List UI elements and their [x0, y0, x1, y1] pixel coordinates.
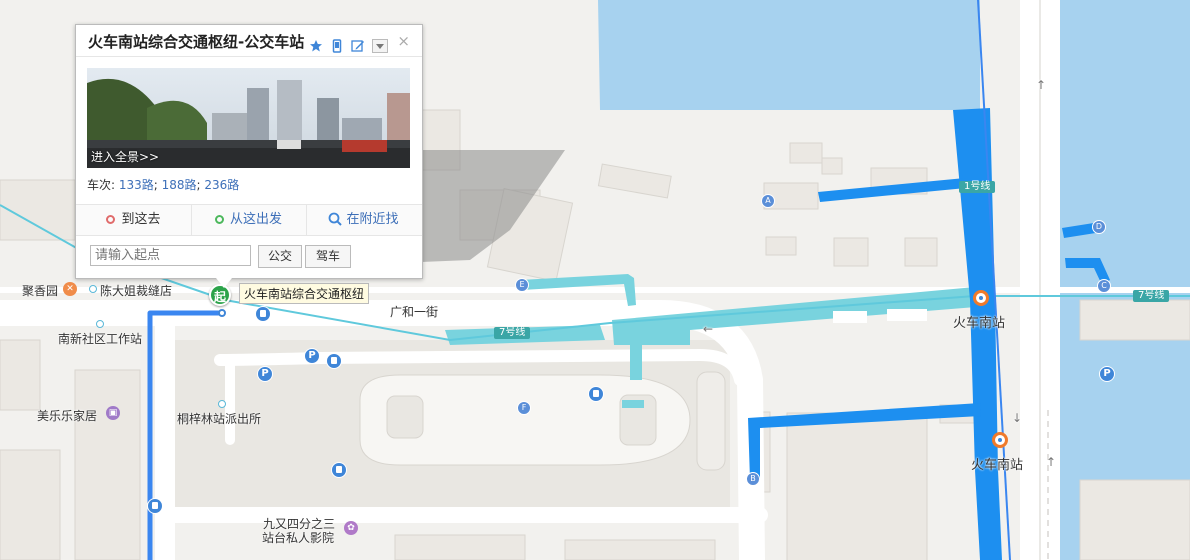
popup-title: 火车南站综合交通枢纽-公交车站: [88, 33, 305, 51]
panorama-link[interactable]: 进入全景>>: [91, 148, 159, 165]
bus-stop-icon[interactable]: [588, 386, 604, 402]
edit-icon[interactable]: [351, 38, 365, 52]
restaurant-icon[interactable]: ✕: [63, 282, 77, 296]
shop-icon[interactable]: ▣: [106, 406, 120, 420]
exit-a-icon[interactable]: A: [761, 194, 775, 208]
tab-nearby[interactable]: 在附近找: [306, 205, 421, 235]
arrow-left-icon: ←: [703, 322, 714, 336]
arrow-down-icon: ↓: [1012, 411, 1023, 425]
poi-chendajie[interactable]: 陈大姐裁缝店: [100, 282, 172, 299]
panorama-photo[interactable]: 进入全景>>: [87, 68, 410, 168]
green-circle-icon: [214, 215, 224, 224]
route-link[interactable]: 236路: [204, 178, 239, 192]
poi-tongzilin-police[interactable]: 桐梓林站派出所: [177, 410, 261, 427]
dropdown-icon[interactable]: [372, 38, 389, 53]
bus-stop-icon[interactable]: [147, 498, 163, 514]
tab-nearby-label: 在附近找: [346, 212, 399, 227]
tab-from-here[interactable]: 从这出发: [191, 205, 307, 235]
drive-button[interactable]: 驾车: [305, 245, 351, 268]
tab-from-here-label: 从这出发: [229, 212, 282, 227]
station-label-1[interactable]: 火车南站: [953, 312, 1005, 331]
bus-stop-icon[interactable]: [326, 353, 342, 369]
arrow-up-icon: ↑: [1036, 78, 1047, 92]
exit-c-icon[interactable]: C: [1097, 279, 1111, 293]
tab-go-here-label: 到这去: [121, 212, 161, 227]
line7-tag: 7号线: [1133, 290, 1170, 302]
start-pin-icon[interactable]: [218, 309, 226, 317]
poi-cinema-line2[interactable]: 站台私人影院: [262, 529, 334, 546]
poi-dot-icon: [218, 400, 226, 408]
start-point-input[interactable]: [90, 245, 251, 266]
tab-go-here[interactable]: 到这去: [76, 205, 192, 235]
exit-e-icon[interactable]: E: [515, 278, 529, 292]
line7-tag: 7号线: [494, 327, 531, 339]
start-marker-label[interactable]: 火车南站综合交通枢纽: [239, 283, 370, 304]
routes-line: 车次: 133路; 188路; 236路: [87, 178, 240, 192]
arrow-up-icon: ↑: [1046, 455, 1057, 469]
poi-nanxin-community[interactable]: 南新社区工作站: [58, 330, 142, 347]
poi-meilele[interactable]: 美乐乐家居: [37, 407, 97, 424]
route-link[interactable]: 188路: [162, 178, 197, 192]
parking-icon[interactable]: P: [257, 366, 273, 382]
popup-title-icons: [309, 34, 389, 53]
close-icon[interactable]: ×: [397, 32, 410, 50]
popup-pointer: [216, 278, 232, 288]
route-link[interactable]: 133路: [119, 178, 154, 192]
poi-dot-icon: [89, 285, 97, 293]
exit-d-icon[interactable]: D: [1092, 220, 1106, 234]
routes-label: 车次:: [87, 178, 116, 192]
exit-f-icon[interactable]: F: [517, 401, 531, 415]
bus-button[interactable]: 公交: [258, 245, 302, 268]
road-guanghe: 广和一街: [390, 305, 439, 319]
cinema-icon[interactable]: ✿: [344, 521, 358, 535]
star-icon[interactable]: [309, 38, 323, 52]
line1-tag: 1号线: [959, 181, 996, 193]
subway-station-icon[interactable]: [992, 432, 1008, 448]
popup-divider: [76, 56, 422, 57]
popup-tabs: 到这去 从这出发 在附近找: [76, 204, 422, 236]
bus-stop-icon[interactable]: [331, 462, 347, 478]
phone-icon[interactable]: [330, 38, 344, 53]
exit-b-icon[interactable]: B: [746, 472, 760, 486]
red-circle-icon: [106, 215, 116, 224]
station-label-2[interactable]: 火车南站: [971, 454, 1023, 473]
info-popup: 火车南站综合交通枢纽-公交车站 × 进入全景>> 车次: 133路; 188路;…: [75, 24, 423, 288]
parking-icon[interactable]: P: [1099, 366, 1115, 382]
parking-icon[interactable]: P: [304, 348, 320, 364]
poi-juxiangyuan[interactable]: 聚香园: [22, 282, 58, 299]
poi-dot-icon: [96, 320, 104, 328]
search-nearby-icon: [328, 208, 343, 238]
bus-stop-icon[interactable]: [255, 306, 271, 322]
subway-station-icon[interactable]: [973, 290, 989, 306]
